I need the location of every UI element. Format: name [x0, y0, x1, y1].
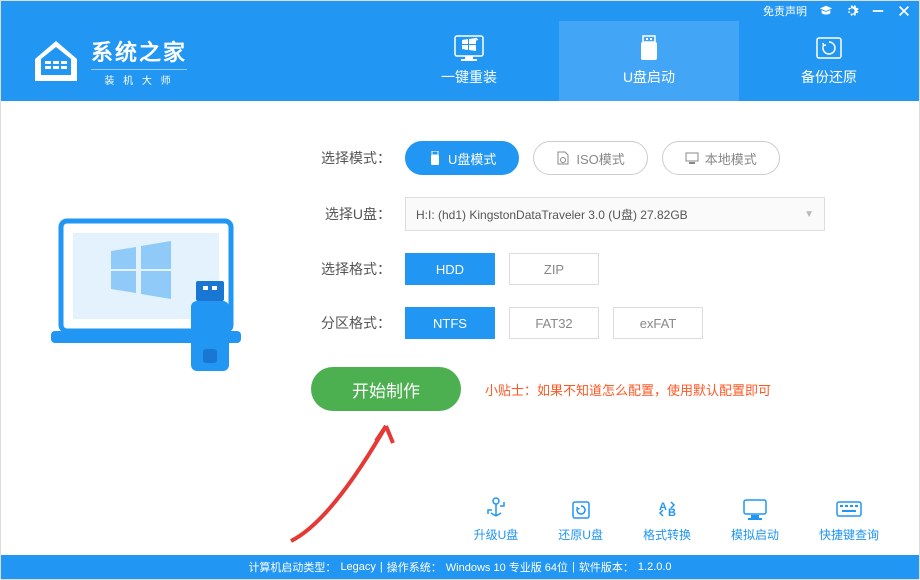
statusbar: 计算机启动类型： Legacy | 操作系统： Windows 10 专业版 6…	[1, 555, 919, 579]
settings-icon[interactable]	[845, 4, 859, 18]
local-icon	[685, 151, 699, 165]
form: 选择模式： U盘模式 ISO模式 本地模式 选择U盘： H:I: (hd1) K…	[311, 141, 889, 474]
backup-restore-icon	[814, 35, 844, 61]
boot-type-label: 计算机启动类型：	[248, 559, 336, 575]
partition-row: 分区格式： NTFS FAT32 exFAT	[311, 307, 889, 339]
usb-boot-icon	[634, 35, 664, 61]
tab-reinstall[interactable]: 一键重装	[379, 21, 559, 101]
format-zip[interactable]: ZIP	[509, 253, 599, 285]
header: 系统之家 装 机 大 师 一键重装 U盘启动 备份还原	[1, 21, 919, 101]
illustration	[31, 141, 291, 474]
tool-label: 格式转换	[643, 526, 691, 543]
tab-usb-boot[interactable]: U盘启动	[559, 21, 739, 101]
tool-label: 快捷键查询	[819, 526, 879, 543]
version-value: 1.2.0.0	[638, 561, 672, 573]
minimize-icon[interactable]	[871, 4, 885, 18]
windows-reinstall-icon	[454, 35, 484, 61]
tip-prefix: 小贴士：	[485, 383, 537, 398]
logo-subtitle: 装 机 大 师	[91, 69, 187, 87]
titlebar: 免责声明	[1, 1, 919, 21]
tab-label: 一键重装	[441, 67, 497, 87]
mode-row: 选择模式： U盘模式 ISO模式 本地模式	[311, 141, 889, 175]
tool-simulate-boot[interactable]: 模拟启动	[731, 496, 779, 543]
tab-backup[interactable]: 备份还原	[739, 21, 919, 101]
tool-hotkey-query[interactable]: 快捷键查询	[819, 496, 879, 543]
format-convert-icon: AB	[653, 496, 681, 522]
iso-icon	[556, 151, 570, 165]
tool-format-convert[interactable]: AB 格式转换	[643, 496, 691, 543]
mode-label: 选择模式：	[311, 148, 391, 168]
mode-iso[interactable]: ISO模式	[533, 141, 647, 175]
os-label: 操作系统：	[387, 559, 442, 575]
tip-text: 如果不知道怎么配置，使用默认配置即可	[537, 383, 771, 398]
logo: 系统之家 装 机 大 师	[1, 35, 217, 87]
tool-label: 模拟启动	[731, 526, 779, 543]
partition-exfat[interactable]: exFAT	[613, 307, 703, 339]
disclaimer-link[interactable]: 免责声明	[763, 3, 807, 19]
svg-text:B: B	[668, 507, 676, 519]
upgrade-usb-icon	[482, 496, 510, 522]
tool-label: 升级U盘	[474, 526, 519, 543]
main-content: 选择模式： U盘模式 ISO模式 本地模式 选择U盘： H:I: (hd1) K…	[1, 101, 919, 484]
partition-ntfs[interactable]: NTFS	[405, 307, 495, 339]
start-button[interactable]: 开始制作	[311, 367, 461, 411]
logo-house-icon	[31, 39, 81, 83]
mode-usb[interactable]: U盘模式	[405, 141, 519, 175]
partition-fat32[interactable]: FAT32	[509, 307, 599, 339]
tip: 小贴士：如果不知道怎么配置，使用默认配置即可	[485, 380, 771, 399]
usb-select[interactable]: H:I: (hd1) KingstonDataTraveler 3.0 (U盘)…	[405, 197, 825, 231]
laptop-usb-illustration	[51, 201, 271, 401]
svg-text:A: A	[659, 501, 667, 513]
bottom-tools: 升级U盘 还原U盘 AB 格式转换 模拟启动 快捷键查询	[1, 484, 919, 555]
usb-select-row: 选择U盘： H:I: (hd1) KingstonDataTraveler 3.…	[311, 197, 889, 231]
close-icon[interactable]	[897, 4, 911, 18]
version-label: 软件版本：	[579, 559, 634, 575]
restore-usb-icon	[567, 496, 595, 522]
usb-select-label: 选择U盘：	[311, 204, 391, 224]
hat-icon[interactable]	[819, 4, 833, 18]
format-hdd[interactable]: HDD	[405, 253, 495, 285]
format-row: 选择格式： HDD ZIP	[311, 253, 889, 285]
os-value: Windows 10 专业版 64位	[446, 559, 568, 575]
tool-restore-usb[interactable]: 还原U盘	[558, 496, 603, 543]
mode-local[interactable]: 本地模式	[662, 141, 780, 175]
hotkey-query-icon	[835, 496, 863, 522]
tab-label: U盘启动	[623, 67, 675, 87]
main-tabs: 一键重装 U盘启动 备份还原	[379, 21, 919, 101]
tool-label: 还原U盘	[558, 526, 603, 543]
boot-type-value: Legacy	[340, 561, 375, 573]
format-label: 选择格式：	[311, 259, 391, 279]
simulate-boot-icon	[741, 496, 769, 522]
logo-title: 系统之家	[91, 35, 187, 67]
partition-label: 分区格式：	[311, 313, 391, 333]
usb-icon	[428, 151, 442, 165]
tool-upgrade-usb[interactable]: 升级U盘	[474, 496, 519, 543]
tab-label: 备份还原	[801, 67, 857, 87]
start-row: 开始制作 小贴士：如果不知道怎么配置，使用默认配置即可	[311, 367, 889, 411]
